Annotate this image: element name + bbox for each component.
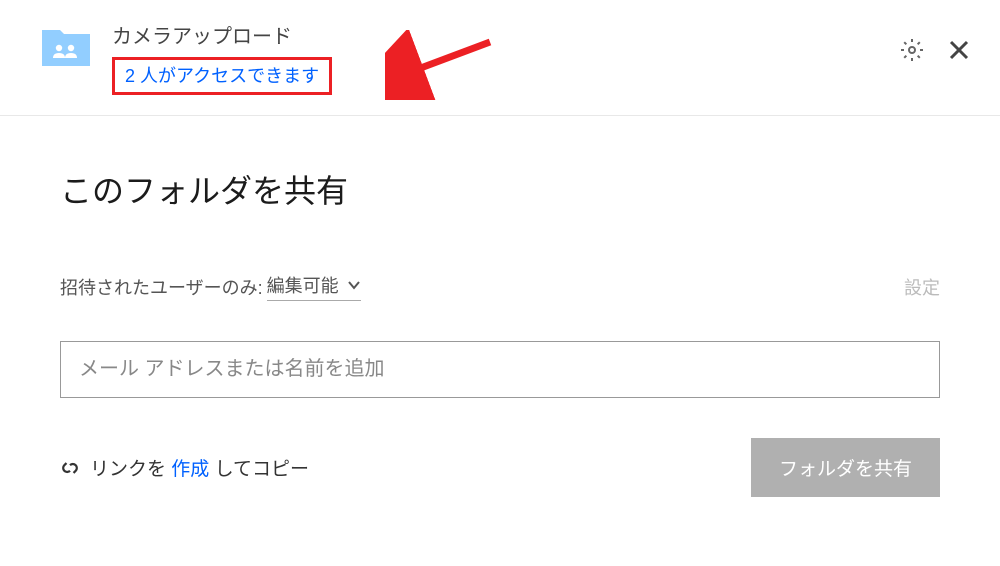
folder-info: カメラアップロード 2 人がアクセスできます xyxy=(112,20,332,95)
close-icon[interactable] xyxy=(948,39,970,61)
share-button[interactable]: フォルダを共有 xyxy=(751,438,940,497)
permission-row: 招待されたユーザーのみ: 編集可能 設定 xyxy=(60,272,940,301)
shared-folder-icon xyxy=(40,24,92,68)
page-title: このフォルダを共有 xyxy=(60,166,940,212)
settings-link[interactable]: 設定 xyxy=(904,274,940,300)
email-field[interactable] xyxy=(60,341,940,398)
link-text: リンクを 作成 してコピー xyxy=(90,454,309,481)
gear-icon[interactable] xyxy=(900,38,924,62)
footer-row: リンクを 作成 してコピー フォルダを共有 xyxy=(60,438,940,497)
link-section: リンクを 作成 してコピー xyxy=(60,454,309,481)
header-right xyxy=(900,38,970,62)
main-content: このフォルダを共有 招待されたユーザーのみ: 編集可能 設定 リンクを 作成 し… xyxy=(0,116,1000,527)
dialog-header: カメラアップロード 2 人がアクセスできます xyxy=(0,0,1000,116)
create-link[interactable]: 作成 xyxy=(171,459,209,480)
permission-label: 招待されたユーザーのみ: xyxy=(60,274,263,300)
chevron-down-icon xyxy=(347,280,361,290)
permission-control: 招待されたユーザーのみ: 編集可能 xyxy=(60,272,361,301)
permission-value: 編集可能 xyxy=(267,272,339,298)
permission-dropdown[interactable]: 編集可能 xyxy=(267,272,361,301)
link-icon xyxy=(60,458,80,478)
header-left: カメラアップロード 2 人がアクセスできます xyxy=(40,20,332,95)
folder-name: カメラアップロード xyxy=(112,20,332,49)
access-count-link[interactable]: 2 人がアクセスできます xyxy=(112,57,332,95)
